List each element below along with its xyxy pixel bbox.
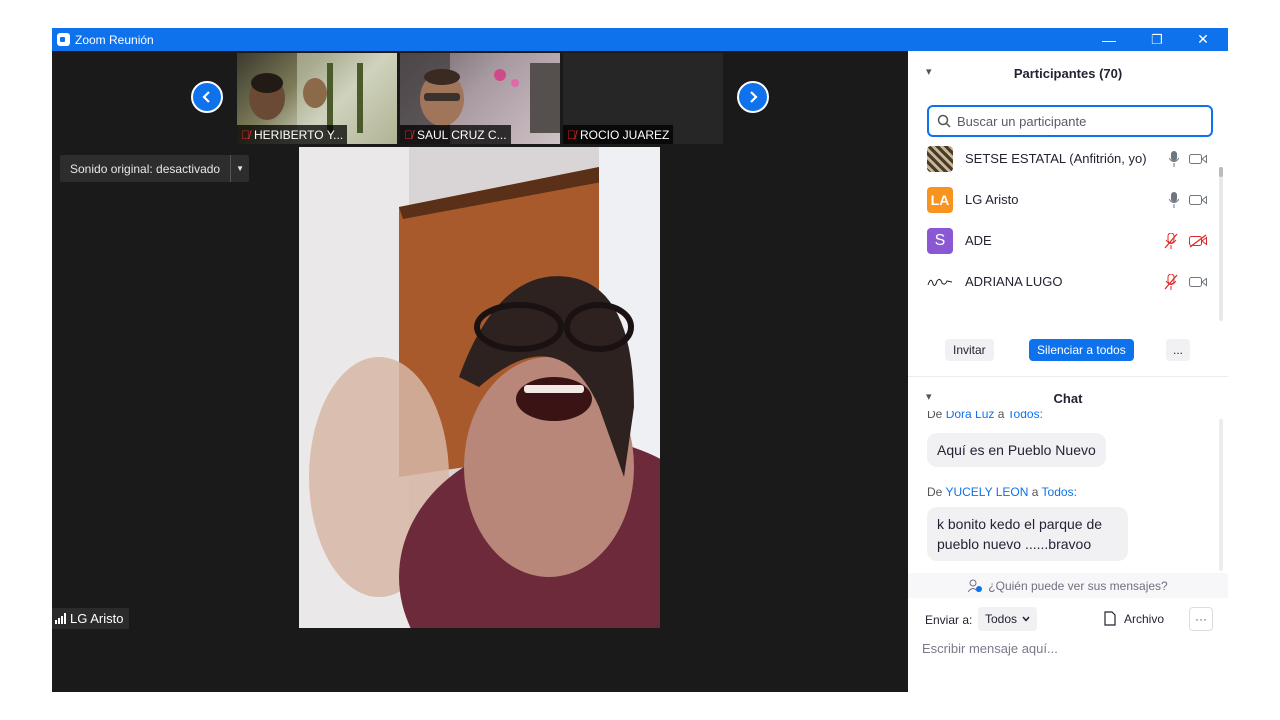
video-area: 🎙̸ HERIBERTO Y... 🎙̸ SAUL CRUZ C... 🎙̸ R… — [52, 51, 908, 692]
participant-name: SETSE ESTATAL (Anfitrión, yo) — [965, 151, 1147, 166]
participant-row[interactable]: SETSE ESTATAL (Anfitrión, yo) — [927, 138, 1207, 179]
thumbnail-name: ROCIO JUAREZ — [580, 127, 670, 142]
speaker-video-image — [299, 147, 660, 628]
active-speaker-video[interactable] — [299, 147, 660, 628]
avatar — [927, 145, 953, 172]
side-panel: ▾ Participantes (70) SETSE ESTATAL (Anfi… — [908, 51, 1228, 692]
file-icon — [1104, 611, 1116, 626]
thumbnail-name-tag: 🎙̸ ROCIO JUAREZ — [563, 125, 674, 144]
recipient-name[interactable]: Todos: — [1008, 411, 1043, 421]
recipient-select[interactable]: Todos — [978, 607, 1038, 631]
video-camera-icon[interactable] — [1189, 194, 1207, 206]
message-sender-line: De YUCELY LEON a Todos: — [927, 485, 1077, 499]
mic-muted-icon: 🎙̸ — [567, 127, 576, 142]
participant-thumbnail[interactable]: 🎙̸ HERIBERTO Y... — [237, 53, 397, 144]
sender-name[interactable]: YUCELY LEON — [945, 485, 1028, 499]
signature-avatar-image — [927, 278, 953, 286]
window-title: Zoom Reunión — [75, 33, 154, 47]
dropdown-arrow-icon[interactable]: ▼ — [231, 155, 249, 182]
sender-name[interactable]: Dora Luz — [946, 411, 995, 421]
original-sound-label: Sonido original: desactivado — [60, 155, 232, 182]
mic-muted-icon: 🎙̸ — [241, 127, 250, 142]
microphone-icon[interactable] — [1169, 191, 1179, 208]
send-to-label: Enviar a: — [925, 613, 973, 627]
participant-search[interactable] — [927, 105, 1213, 137]
chevron-right-icon — [750, 91, 758, 103]
thumbnail-name-tag: 🎙̸ SAUL CRUZ C... — [400, 125, 511, 144]
chat-message-bubble: Aquí es en Pueblo Nuevo — [927, 433, 1106, 467]
participant-row[interactable]: ADRIANA LUGO — [927, 261, 1207, 302]
participants-title: Participantes (70) — [1013, 65, 1123, 81]
search-input[interactable] — [957, 113, 1197, 129]
participant-name: ADE — [965, 233, 992, 248]
participant-name: ADRIANA LUGO — [965, 274, 1063, 289]
zoom-logo-icon — [57, 33, 70, 46]
avatar — [927, 268, 953, 295]
collapse-chevron-icon[interactable]: ▾ — [926, 390, 932, 403]
speaker-name-tag: LG Aristo — [52, 608, 130, 629]
restore-button[interactable]: ❐ — [1134, 28, 1180, 51]
participant-row[interactable]: LA LG Aristo — [927, 179, 1207, 220]
who-can-see-text: ¿Quién puede ver sus mensajes? — [988, 578, 1168, 593]
chat-message-list: De Dora Luz a Todos: Aquí es en Pueblo N… — [908, 411, 1228, 581]
chevron-left-icon — [202, 91, 210, 103]
title-bar: Zoom Reunión — ❐ ✕ — [52, 28, 1228, 51]
participants-scrollbar[interactable] — [1219, 167, 1223, 321]
close-button[interactable]: ✕ — [1180, 28, 1226, 51]
collapse-chevron-icon[interactable]: ▾ — [926, 65, 932, 78]
mute-all-button[interactable]: Silenciar a todos — [1029, 339, 1134, 361]
participant-row[interactable]: S ADE — [927, 220, 1207, 261]
participants-header: ▾ Participantes (70) — [908, 51, 1228, 95]
chat-more-button[interactable]: ··· — [1189, 607, 1213, 631]
microphone-icon[interactable] — [1169, 150, 1179, 167]
file-label: Archivo — [1124, 611, 1165, 626]
recipient-name[interactable]: Todos: — [1042, 485, 1077, 499]
mic-muted-icon: 🎙̸ — [404, 127, 413, 142]
chat-scrollbar[interactable] — [1219, 419, 1223, 571]
thumbnail-name: SAUL CRUZ C... — [417, 127, 507, 142]
search-icon — [937, 114, 951, 128]
zoom-window: Zoom Reunión — ❐ ✕ 🎙̸ HERIBERTO Y... 🎙̸ … — [52, 28, 1228, 692]
chat-message-bubble: k bonito kedo el parque de pueblo nuevo … — [927, 507, 1128, 561]
microphone-muted-icon[interactable] — [1163, 232, 1179, 249]
gallery-next-button[interactable] — [737, 81, 769, 113]
file-button[interactable]: Archivo — [1104, 611, 1164, 626]
chat-message-input[interactable] — [922, 635, 1212, 661]
video-off-icon[interactable] — [1189, 233, 1207, 248]
thumbnail-name: HERIBERTO Y... — [254, 127, 344, 142]
participant-name: LG Aristo — [965, 192, 1019, 207]
original-sound-dropdown[interactable]: Sonido original: desactivado ▼ — [60, 155, 250, 182]
minimize-button[interactable]: — — [1086, 28, 1132, 51]
participant-thumbnail[interactable]: 🎙̸ ROCIO JUAREZ — [563, 53, 723, 144]
video-camera-icon[interactable] — [1189, 153, 1207, 165]
video-camera-icon[interactable] — [1189, 276, 1207, 288]
more-options-button[interactable]: ... — [1166, 339, 1190, 361]
message-sender-line: De Dora Luz a Todos: — [927, 411, 1043, 421]
thumbnail-name-tag: 🎙̸ HERIBERTO Y... — [237, 125, 348, 144]
person-info-icon — [968, 579, 983, 592]
chevron-down-icon — [1022, 616, 1030, 622]
signal-strength-icon — [55, 613, 66, 624]
speaker-name: LG Aristo — [70, 611, 124, 626]
chat-title: Chat — [1053, 390, 1083, 406]
recipient-select-value: Todos — [985, 612, 1018, 626]
gallery-prev-button[interactable] — [191, 81, 223, 113]
who-can-see-messages[interactable]: ¿Quién puede ver sus mensajes? — [908, 573, 1228, 598]
participant-thumbnail[interactable]: 🎙̸ SAUL CRUZ C... — [400, 53, 560, 144]
avatar: LA — [927, 186, 953, 213]
microphone-muted-icon[interactable] — [1163, 273, 1179, 290]
avatar: S — [927, 227, 953, 254]
send-to-row: Enviar a: Todos Archivo ··· — [908, 604, 1228, 634]
invite-button[interactable]: Invitar — [945, 339, 994, 361]
